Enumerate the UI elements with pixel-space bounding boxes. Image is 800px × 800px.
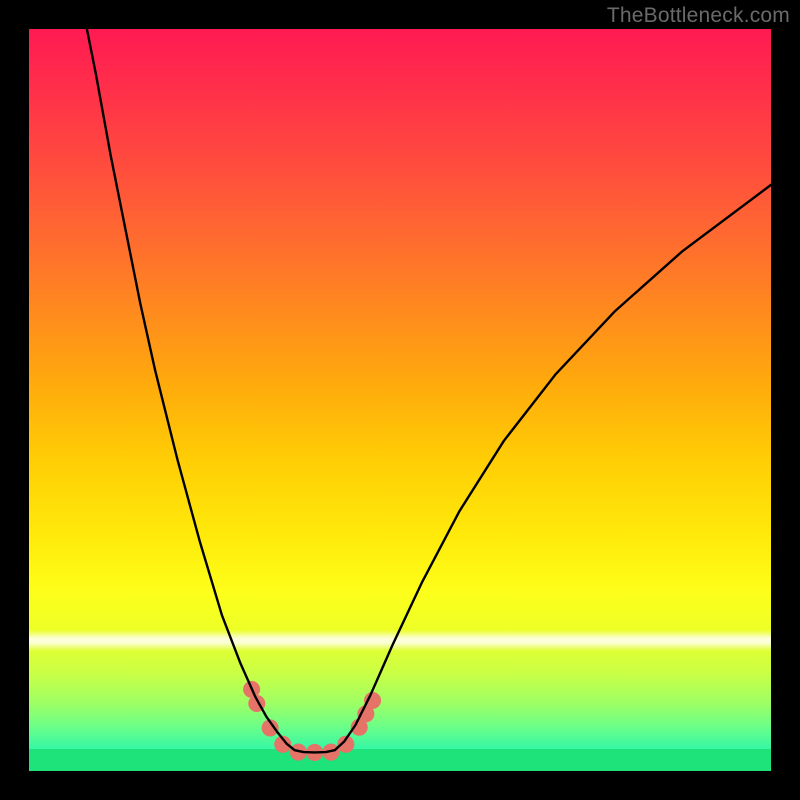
outer-frame: TheBottleneck.com xyxy=(0,0,800,800)
chart-svg xyxy=(29,29,771,771)
bottleneck-curve xyxy=(87,29,771,752)
marker-layer xyxy=(243,681,381,761)
plot-area xyxy=(29,29,771,771)
watermark-text: TheBottleneck.com xyxy=(607,4,790,28)
